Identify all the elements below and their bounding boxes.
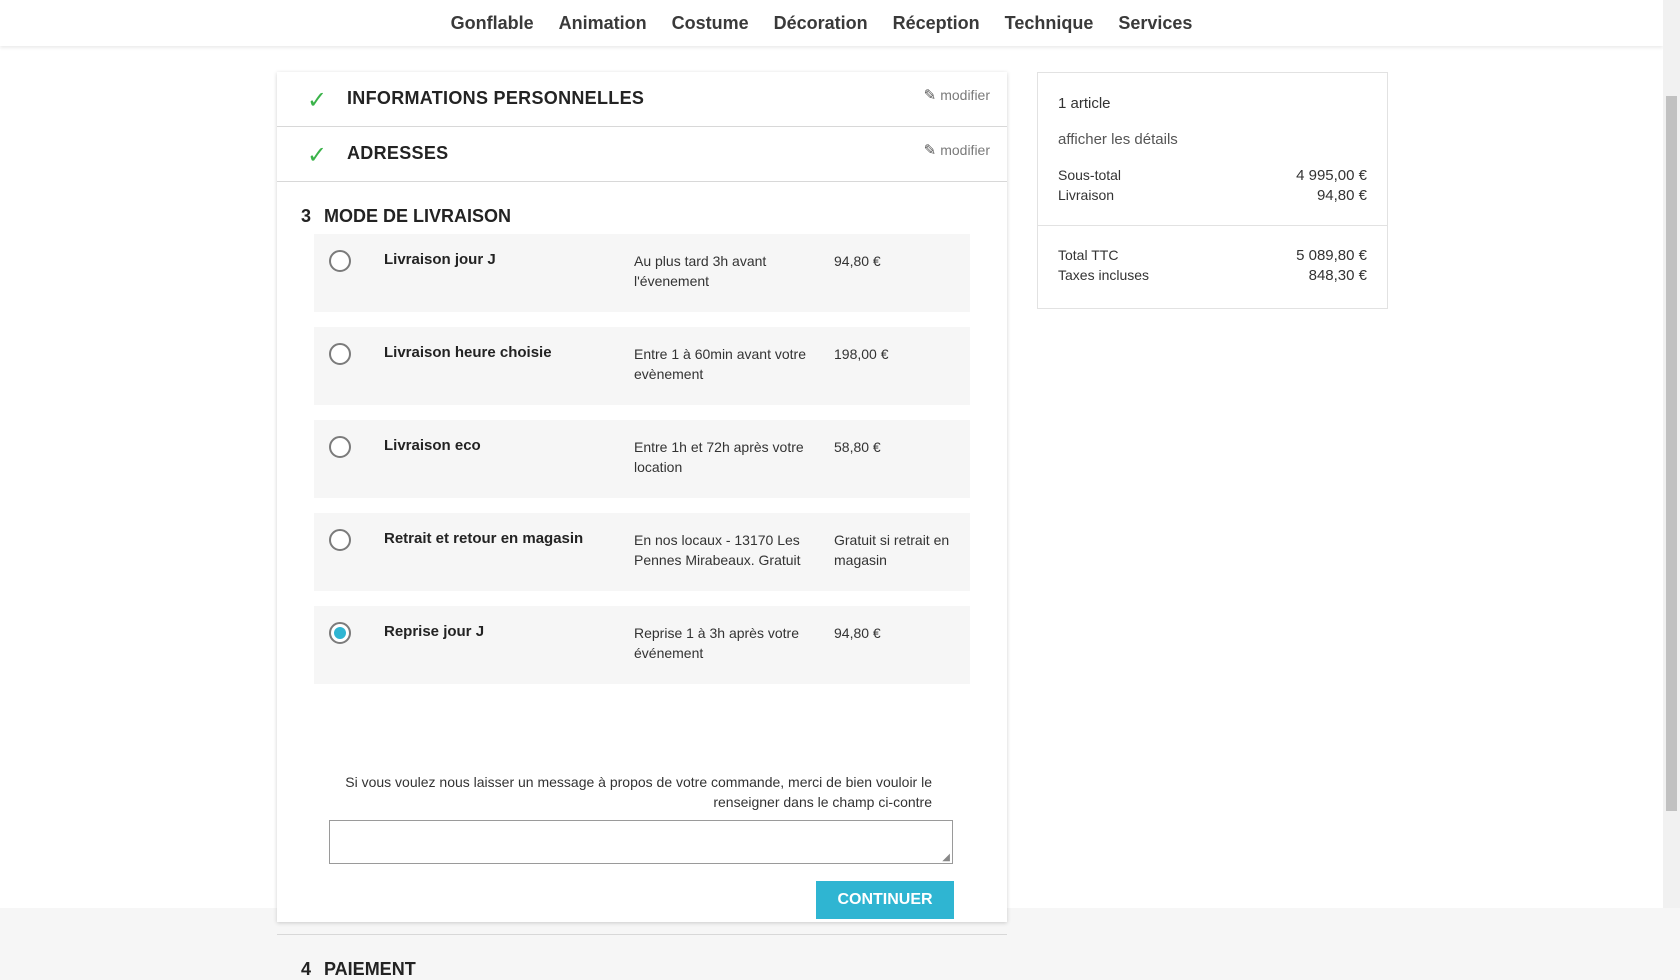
nav-item-reception[interactable]: Réception <box>893 13 980 34</box>
step-personal-info[interactable]: ✓ INFORMATIONS PERSONNELLES ✎ modifier <box>277 72 1007 127</box>
taxes-value: 848,30 € <box>1308 267 1367 284</box>
option-price: 58,80 € <box>834 439 881 455</box>
option-price: 94,80 € <box>834 253 881 269</box>
option-description: Entre 1h et 72h après votre location <box>634 439 804 475</box>
option-name: Livraison eco <box>384 437 481 454</box>
shipping-label: Livraison <box>1058 187 1115 203</box>
step-addresses[interactable]: ✓ ADRESSES ✎ modifier <box>277 127 1007 182</box>
step-payment[interactable]: 4 PAIEMENT <box>301 959 416 980</box>
delivery-option-reprise-jour-j[interactable]: Reprise jour J Reprise 1 à 3h après votr… <box>314 606 970 684</box>
checkout-steps: ✓ INFORMATIONS PERSONNELLES ✎ modifier ✓ … <box>277 72 1007 979</box>
nav-item-technique[interactable]: Technique <box>1005 13 1094 34</box>
main-navigation: Gonflable Animation Costume Décoration R… <box>0 0 1663 46</box>
option-name: Retrait et retour en magasin <box>384 530 584 547</box>
nav-item-costume[interactable]: Costume <box>672 13 749 34</box>
option-description: Au plus tard 3h avant l'évenement <box>634 253 767 289</box>
step-number: 3 <box>301 206 312 226</box>
resize-grip-icon[interactable]: ◢ <box>942 852 950 863</box>
option-description: Entre 1 à 60min avant votre evènement <box>634 346 806 382</box>
option-name: Reprise jour J <box>384 623 485 640</box>
scrollbar-thumb[interactable] <box>1666 96 1677 811</box>
step-heading: 3 MODE DE LIVRAISON <box>301 206 511 227</box>
nav-item-decoration[interactable]: Décoration <box>774 13 868 34</box>
edit-addresses-link[interactable]: ✎ modifier <box>924 141 990 159</box>
cart-summary: 1 article afficher les détails Sous-tota… <box>1037 72 1388 309</box>
nav-item-animation[interactable]: Animation <box>559 13 647 34</box>
step-title: MODE DE LIVRAISON <box>324 206 512 226</box>
radio-button[interactable] <box>329 250 351 272</box>
radio-button[interactable] <box>329 343 351 365</box>
delivery-option-eco[interactable]: Livraison eco Entre 1h et 72h après votr… <box>314 420 970 498</box>
continue-button[interactable]: CONTINUER <box>816 881 954 919</box>
pencil-icon: ✎ <box>923 142 937 159</box>
message-textarea[interactable]: ◢ <box>329 820 953 864</box>
pencil-icon: ✎ <box>923 87 937 104</box>
radio-button-selected[interactable] <box>329 622 351 644</box>
shipping-value: 94,80 € <box>1316 187 1367 204</box>
total-row: Total TTC 5 089,80 € <box>1058 247 1367 264</box>
vertical-scrollbar[interactable] <box>1663 0 1680 908</box>
nav-item-services[interactable]: Services <box>1118 13 1192 34</box>
shipping-row: Livraison 94,80 € <box>1058 187 1367 204</box>
edit-label: modifier <box>940 87 990 103</box>
taxes-row: Taxes incluses 848,30 € <box>1058 267 1367 284</box>
delivery-option-livraison-jour-j[interactable]: Livraison jour J Au plus tard 3h avant l… <box>314 234 970 312</box>
step-title: ADRESSES <box>347 143 449 163</box>
check-icon: ✓ <box>307 142 328 169</box>
total-label: Total TTC <box>1058 247 1119 263</box>
subtotal-value: 4 995,00 € <box>1296 167 1367 184</box>
option-price: 198,00 € <box>834 346 889 362</box>
subtotal-label: Sous-total <box>1058 167 1122 183</box>
option-price: 94,80 € <box>834 625 881 641</box>
nav-item-gonflable[interactable]: Gonflable <box>451 13 534 34</box>
delivery-option-retrait-magasin[interactable]: Retrait et retour en magasin En nos loca… <box>314 513 970 591</box>
subtotal-row: Sous-total 4 995,00 € <box>1058 167 1367 184</box>
option-price: Gratuit si retrait en magasin <box>834 532 950 568</box>
option-name: Livraison heure choisie <box>384 344 552 361</box>
taxes-label: Taxes incluses <box>1058 267 1150 283</box>
edit-label: modifier <box>940 142 990 158</box>
delivery-option-heure-choisie[interactable]: Livraison heure choisie Entre 1 à 60min … <box>314 327 970 405</box>
divider <box>1038 225 1387 226</box>
option-name: Livraison jour J <box>384 251 496 268</box>
show-details-link[interactable]: afficher les détails <box>1058 131 1178 148</box>
step-title: PAIEMENT <box>324 959 416 979</box>
item-count: 1 article <box>1058 95 1111 112</box>
total-value: 5 089,80 € <box>1296 247 1367 264</box>
edit-personal-link[interactable]: ✎ modifier <box>924 86 990 104</box>
option-description: Reprise 1 à 3h après votre événement <box>634 625 799 661</box>
check-icon: ✓ <box>307 87 328 114</box>
radio-button[interactable] <box>329 529 351 551</box>
step-number: 4 <box>301 959 312 979</box>
message-label: Si vous voulez nous laisser un message à… <box>345 774 932 810</box>
step-title: INFORMATIONS PERSONNELLES <box>347 88 645 108</box>
option-description: En nos locaux - 13170 Les Pennes Mirabea… <box>634 532 801 568</box>
divider <box>277 934 1007 935</box>
radio-button[interactable] <box>329 436 351 458</box>
